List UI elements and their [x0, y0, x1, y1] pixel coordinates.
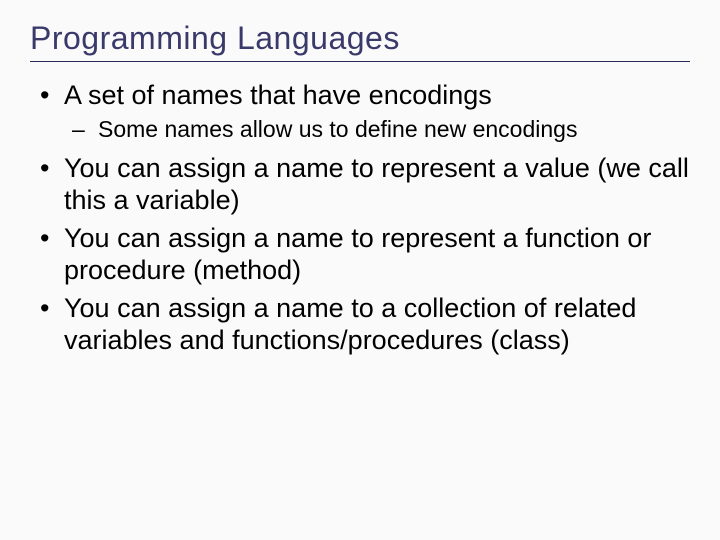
- sub-list-item: Some names allow us to define new encodi…: [64, 116, 690, 144]
- list-item: You can assign a name to represent a fun…: [30, 223, 690, 287]
- list-item: You can assign a name to represent a val…: [30, 153, 690, 217]
- list-item: You can assign a name to a collection of…: [30, 293, 690, 357]
- bullet-text: You can assign a name to represent a val…: [64, 153, 689, 215]
- slide-title: Programming Languages: [30, 20, 690, 62]
- sub-bullet-list: Some names allow us to define new encodi…: [64, 116, 690, 144]
- list-item: A set of names that have encodings Some …: [30, 80, 690, 143]
- bullet-text: You can assign a name to represent a fun…: [64, 223, 651, 285]
- bullet-list: A set of names that have encodings Some …: [30, 80, 690, 357]
- bullet-text: You can assign a name to a collection of…: [64, 293, 636, 355]
- sub-bullet-text: Some names allow us to define new encodi…: [98, 116, 577, 142]
- bullet-text: A set of names that have encodings: [64, 80, 492, 110]
